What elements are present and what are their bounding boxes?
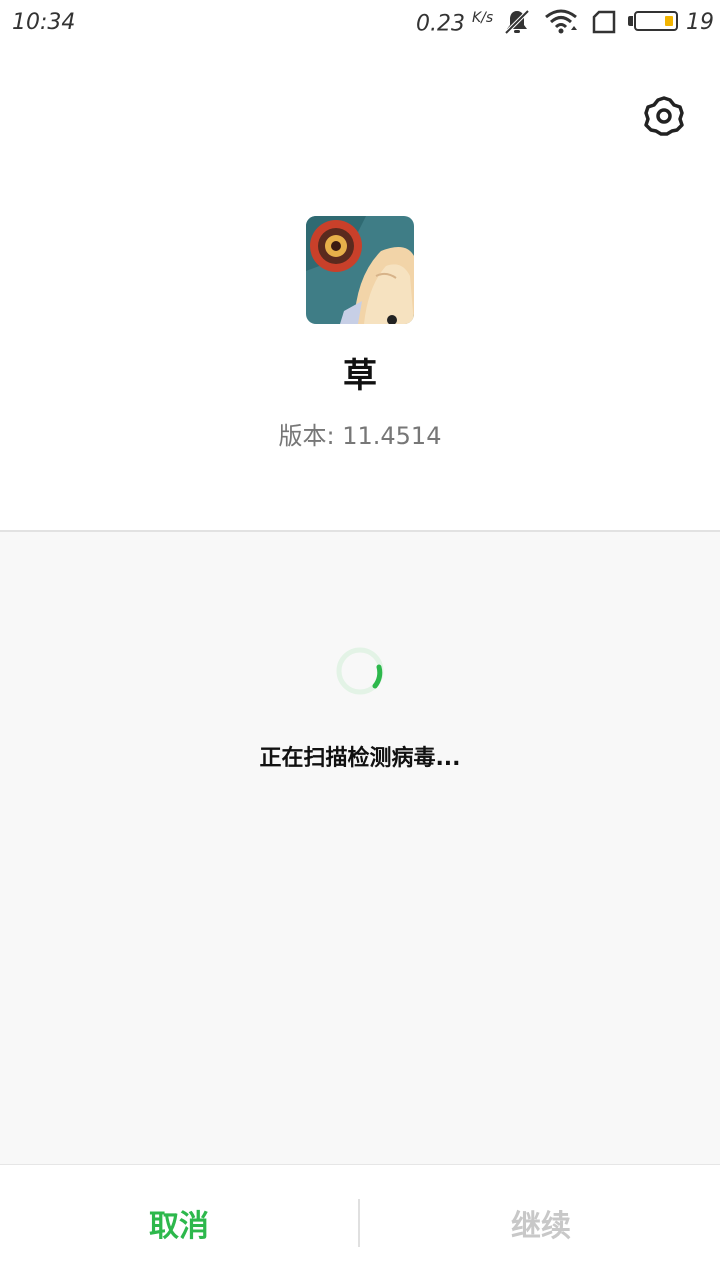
button-divider [358, 1199, 360, 1247]
status-bar: 10:34 0.23 K/s 19 [0, 0, 720, 46]
bottom-action-bar: 取消 继续 [0, 1164, 720, 1280]
app-name: 草 [343, 356, 377, 396]
gear-icon [644, 96, 684, 136]
network-speed-unit: K/s [471, 10, 494, 26]
network-speed: 0.23 K/s [416, 10, 493, 36]
wifi-icon [544, 8, 578, 40]
status-time: 10:34 [12, 10, 76, 35]
battery-level: 19 [686, 10, 714, 35]
battery-icon [634, 11, 678, 31]
settings-button[interactable] [640, 92, 688, 140]
app-install-screen: 10:34 0.23 K/s 19 草 版本: 11.4514 正在扫描检测病毒… [0, 0, 720, 1280]
battery-fill [665, 16, 673, 26]
app-icon-image [306, 216, 414, 324]
scan-panel: 正在扫描检测病毒... [0, 530, 720, 1164]
battery-tip [628, 16, 633, 26]
network-speed-value: 0.23 [416, 11, 465, 37]
sim-icon [590, 8, 618, 40]
cancel-button[interactable]: 取消 [0, 1165, 358, 1280]
loading-spinner [335, 646, 385, 696]
bell-muted-icon [503, 8, 531, 40]
continue-button[interactable]: 继续 [362, 1165, 720, 1280]
app-version: 版本: 11.4514 [278, 422, 442, 450]
scan-status-text: 正在扫描检测病毒... [259, 746, 461, 771]
